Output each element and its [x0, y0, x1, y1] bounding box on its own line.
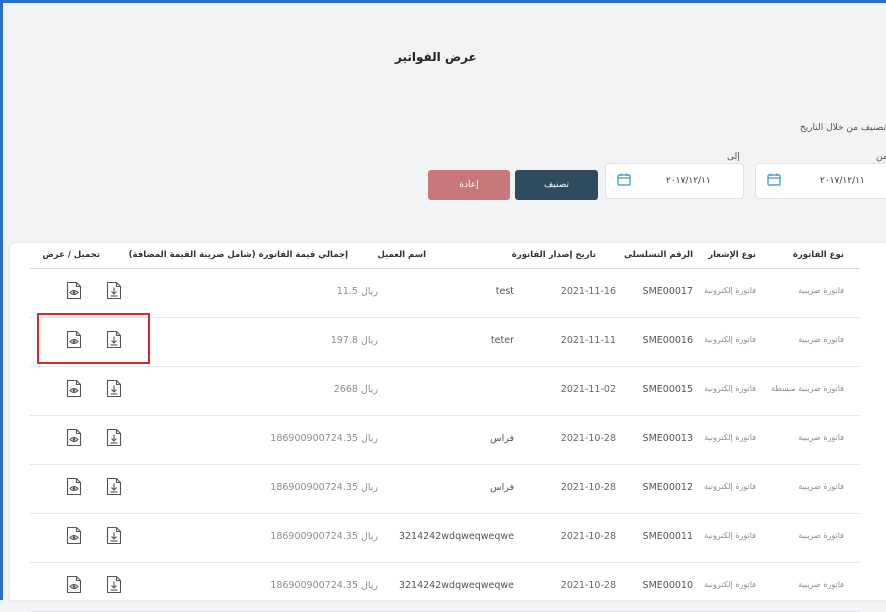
issue-date-cell: 2021-10-28 [560, 482, 616, 493]
header-issue-date: تاريخ إصدار الفاتورة [511, 250, 596, 260]
invoice-type-cell: فاتورة ضريبية [798, 482, 844, 491]
issue-date-cell: 2021-10-28 [560, 580, 616, 591]
download-document-icon[interactable] [106, 379, 122, 398]
table-row: فاتورة ضريبية فاتورة إلكترونية SME00010 … [10, 563, 886, 612]
serial-number-cell: SME00013 [642, 433, 693, 444]
customer-name-cell: 3214242wdqweqweqwe [398, 531, 514, 542]
window-frame-left [0, 0, 3, 600]
eye-document-icon[interactable] [66, 379, 82, 398]
calendar-icon [617, 173, 631, 186]
table-row: فاتورة ضريبية فاتورة إلكترونية SME00017 … [10, 269, 886, 318]
date-filter-caption: تصنيف من خلال التاريخ [799, 123, 886, 133]
customer-name-cell: teter [490, 335, 514, 346]
table-row: فاتورة ضريبية فاتورة إلكترونية SME00013 … [10, 416, 886, 465]
download-document-icon[interactable] [106, 281, 122, 300]
serial-number-cell: SME00017 [642, 286, 693, 297]
customer-name-cell: test [495, 286, 514, 297]
classify-button[interactable]: تصنيف [515, 170, 598, 200]
eye-document-icon[interactable] [66, 428, 82, 447]
eye-document-icon[interactable] [66, 281, 82, 300]
header-notice-type: نوع الإشعار [708, 250, 756, 260]
invoice-type-cell: فاتورة ضريبية [798, 433, 844, 442]
total-cell: 197.8 ريال [330, 335, 378, 346]
serial-number-cell: SME00016 [642, 335, 693, 346]
total-cell: 186900900724.35 ريال [270, 433, 378, 444]
notice-type-cell: فاتورة إلكترونية [704, 335, 756, 344]
header-actions: تحميل / عرض [42, 250, 100, 260]
to-date-label: إلى [727, 152, 740, 162]
window-frame-top [0, 0, 886, 3]
invoice-type-cell: فاتورة ضريبية [798, 335, 844, 344]
from-date-value: ٢٠١٧/١٢/١١ [820, 176, 865, 186]
invoice-type-cell: فاتورة ضريبية [798, 286, 844, 295]
from-date-field[interactable]: ٢٠١٧/١٢/١١ [755, 163, 886, 199]
header-serial: الرقم التسلسلي [624, 250, 693, 260]
to-date-field[interactable]: ٢٠١٧/١٢/١١ [605, 163, 744, 199]
total-cell: 186900900724.35 ريال [270, 531, 378, 542]
download-document-icon[interactable] [106, 575, 122, 594]
calendar-icon [767, 173, 781, 186]
reset-button[interactable]: إعادة [428, 170, 510, 200]
header-customer: اسم العميل [377, 250, 426, 260]
eye-document-icon[interactable] [66, 526, 82, 545]
total-cell: 186900900724.35 ريال [270, 482, 378, 493]
issue-date-cell: 2021-11-02 [560, 384, 616, 395]
invoice-type-cell: فاتورة ضريبية [798, 580, 844, 589]
notice-type-cell: فاتورة إلكترونية [704, 482, 756, 491]
serial-number-cell: SME00015 [642, 384, 693, 395]
to-date-value: ٢٠١٧/١٢/١١ [666, 176, 711, 186]
table-row: فاتورة ضريبية فاتورة إلكترونية SME00011 … [10, 514, 886, 563]
customer-name-cell: فراس [489, 482, 514, 493]
notice-type-cell: فاتورة إلكترونية [704, 433, 756, 442]
notice-type-cell: فاتورة إلكترونية [704, 384, 756, 393]
eye-document-icon[interactable] [66, 575, 82, 594]
total-cell: 186900900724.35 ريال [270, 580, 378, 591]
serial-number-cell: SME00012 [642, 482, 693, 493]
issue-date-cell: 2021-11-11 [560, 335, 616, 346]
page-title: عرض الفواتير [395, 50, 477, 64]
download-document-icon[interactable] [106, 526, 122, 545]
eye-document-icon[interactable] [66, 477, 82, 496]
issue-date-cell: 2021-10-28 [560, 531, 616, 542]
table-row: فاتورة ضريبية فاتورة إلكترونية SME00012 … [10, 465, 886, 514]
total-cell: 11.5 ريال [336, 286, 378, 297]
notice-type-cell: فاتورة إلكترونية [704, 286, 756, 295]
download-document-icon[interactable] [106, 477, 122, 496]
header-invoice-type: نوع الفاتورة [792, 250, 844, 260]
invoice-type-cell: فاتورة ضريبية [798, 531, 844, 540]
customer-name-cell: فراس [489, 433, 514, 444]
header-total: إجمالي قيمة الفاتورة (شامل ضريبة القيمة … [128, 250, 348, 260]
highlight-box [37, 313, 150, 364]
issue-date-cell: 2021-10-28 [560, 433, 616, 444]
serial-number-cell: SME00011 [642, 531, 693, 542]
serial-number-cell: SME00010 [642, 580, 693, 591]
from-date-label: من [876, 152, 886, 162]
table-row: فاتورة ضريبية مبسطة فاتورة إلكترونية SME… [10, 367, 886, 416]
invoice-type-cell: فاتورة ضريبية مبسطة [771, 384, 844, 393]
notice-type-cell: فاتورة إلكترونية [704, 531, 756, 540]
total-cell: 2668 ريال [333, 384, 378, 395]
download-document-icon[interactable] [106, 428, 122, 447]
customer-name-cell: 3214242wdqweqweqwe [398, 580, 514, 591]
issue-date-cell: 2021-11-16 [560, 286, 616, 297]
notice-type-cell: فاتورة إلكترونية [704, 580, 756, 589]
